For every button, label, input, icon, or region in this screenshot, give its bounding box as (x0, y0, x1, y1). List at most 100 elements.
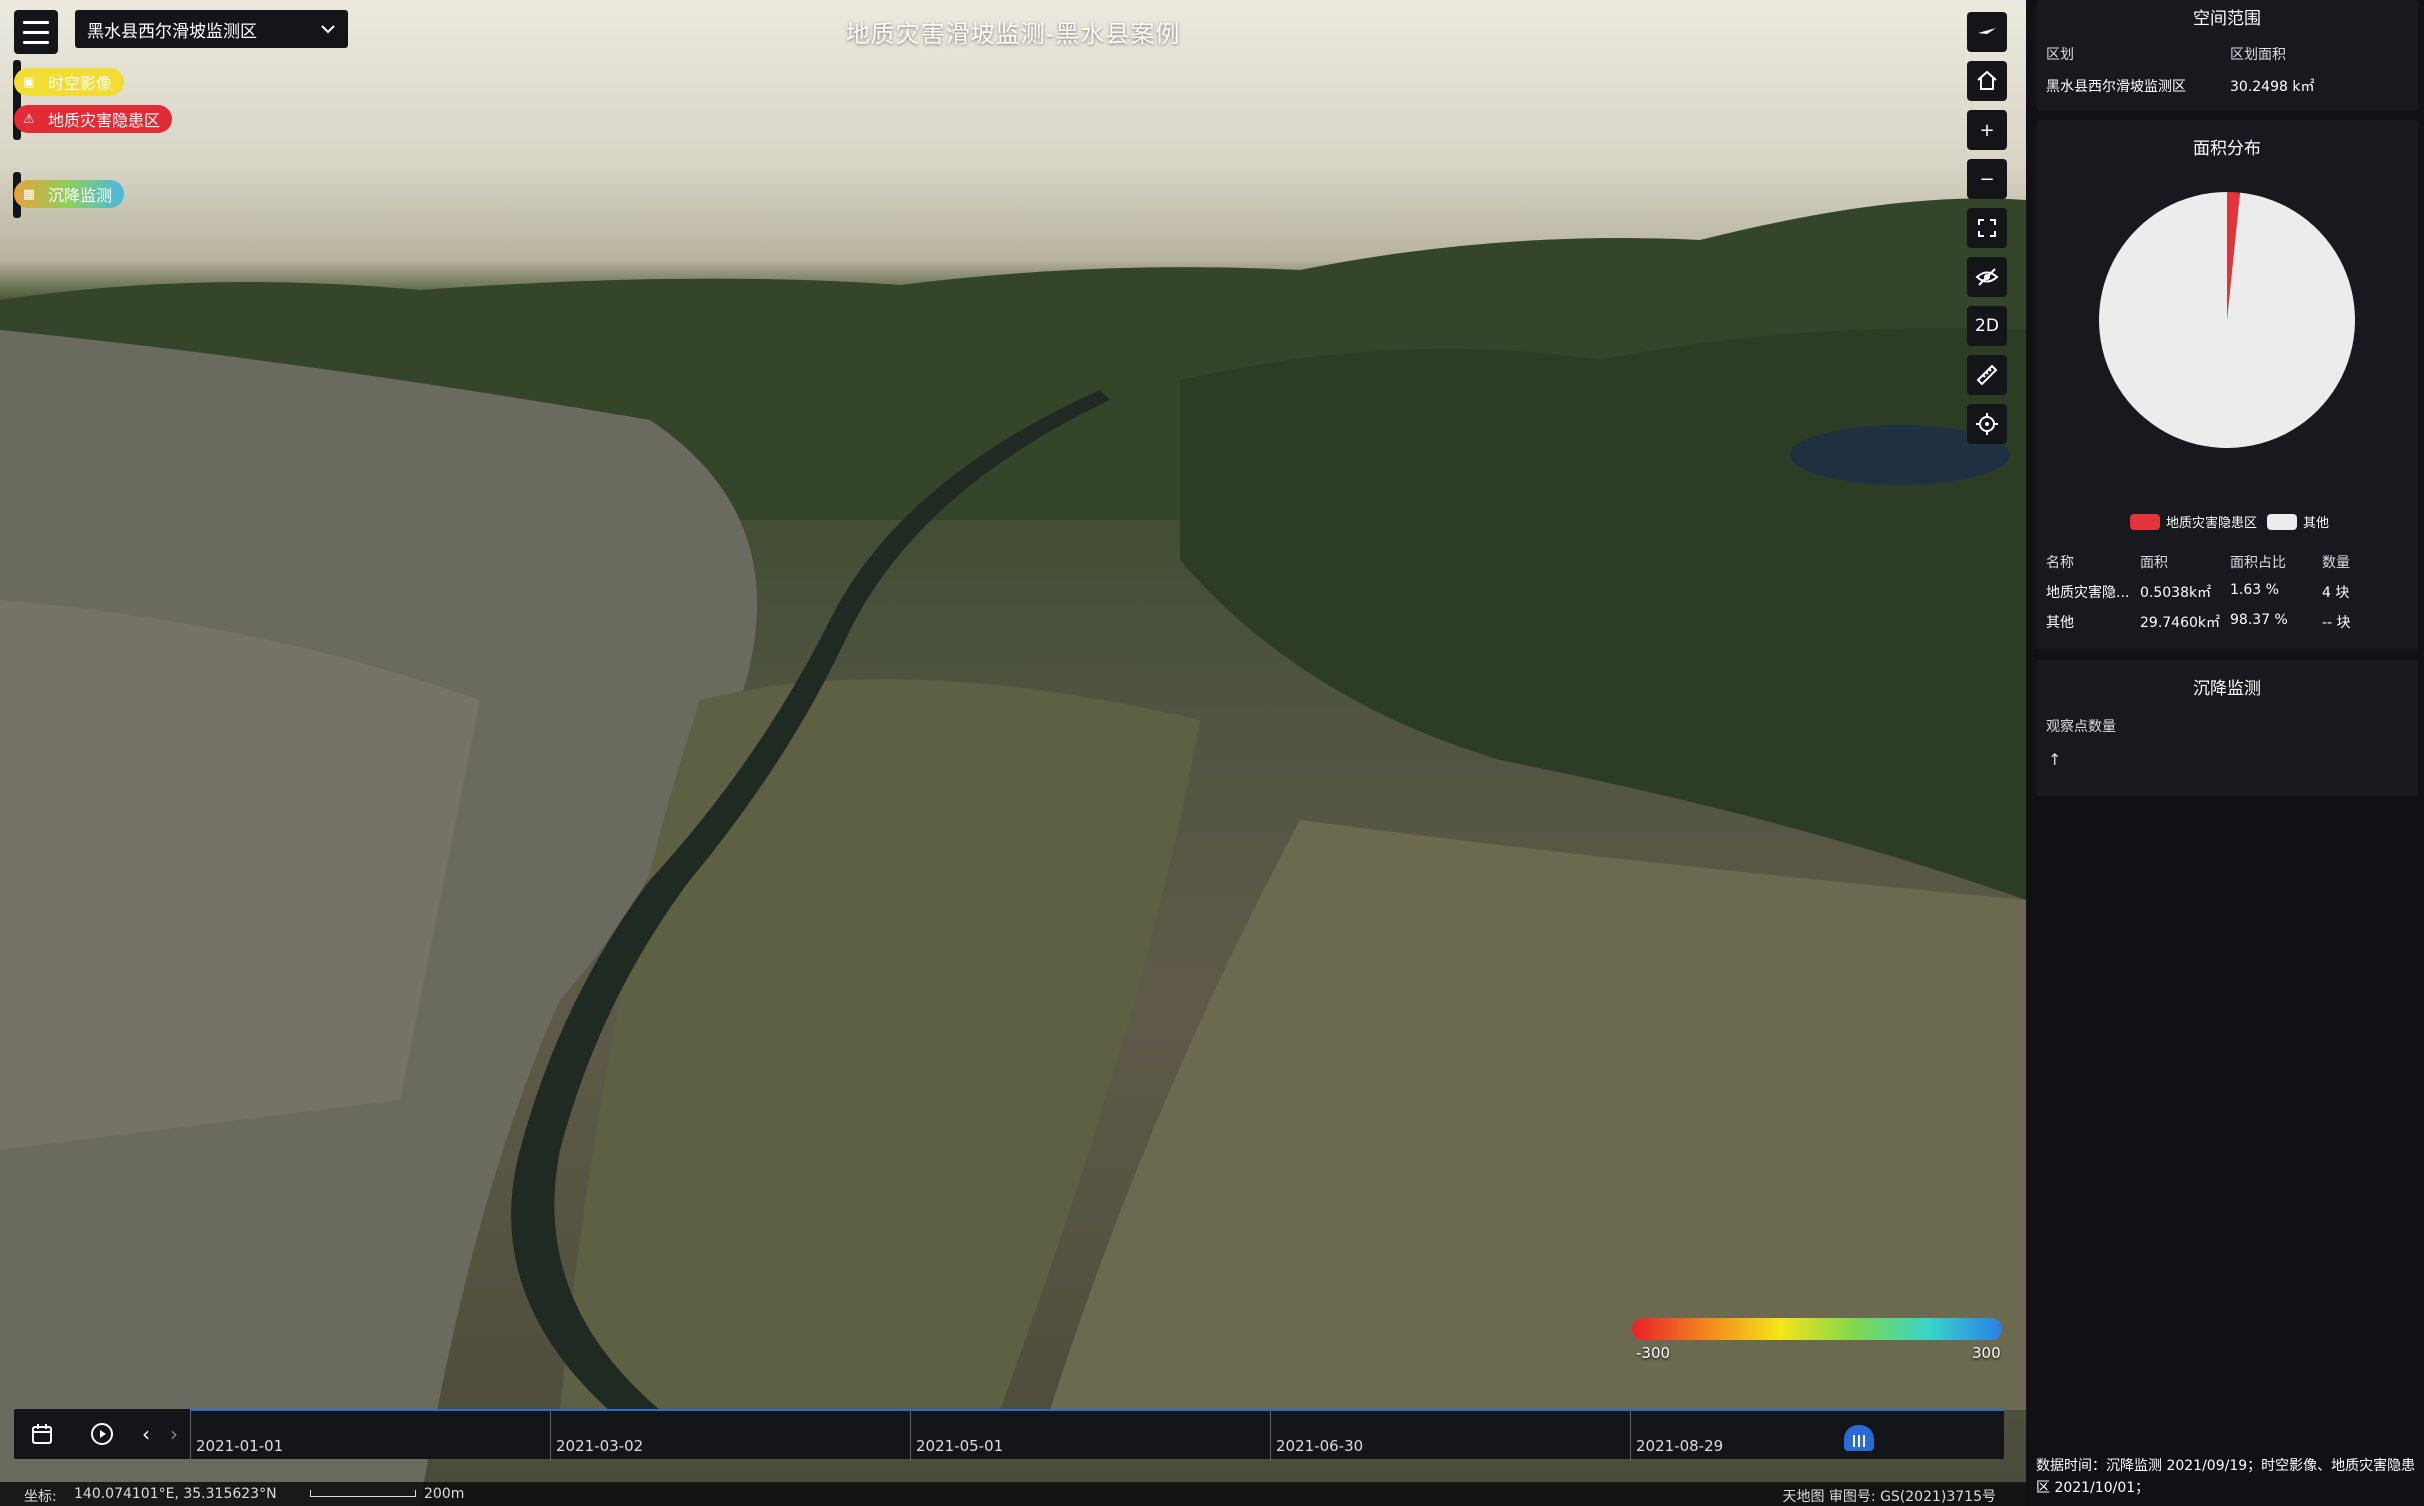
layer-tag-imagery[interactable]: ▣ 时空影像 (14, 68, 125, 96)
chevron-left-icon: ‹ (142, 1422, 150, 1446)
calendar-button[interactable] (14, 1409, 70, 1459)
table-header-area: 面积 (2140, 555, 2168, 571)
zoom-in-button[interactable]: + (1967, 110, 2007, 150)
timeline-tick (190, 1411, 191, 1461)
timeline-label: 2021-01-01 (196, 1437, 284, 1455)
timeline-label: 2021-05-01 (916, 1437, 1004, 1455)
area-title: 面积分布 (2193, 139, 2261, 159)
legend-min-label: -300 (1636, 1344, 1671, 1362)
table-header-name: 名称 (2046, 555, 2074, 571)
layer-tag-label: 时空影像 (48, 74, 113, 93)
zoom-out-icon: − (1979, 168, 1995, 190)
compass-icon (1978, 28, 1996, 34)
compass-button[interactable] (1967, 12, 2007, 52)
scale-bar (310, 1490, 416, 1497)
table-cell: 98.37 % (2230, 612, 2288, 628)
settlement-card: 沉降监测 观察点数量 ↑ (2036, 660, 2418, 796)
map-toolbar: + − 2D (1967, 12, 2007, 453)
home-button[interactable] (1967, 61, 2007, 101)
warning-icon: ⚠ (23, 111, 35, 127)
spatial-card: 空间范围 区划 区划面积 黑水县西尔滑坡监测区 30.2498 k㎡ (2036, 0, 2418, 110)
arrow-up-icon: ↑ (2048, 750, 2062, 769)
side-panel: 空间范围 区划 区划面积 黑水县西尔滑坡监测区 30.2498 k㎡ 面积分布 … (2026, 0, 2424, 1506)
legend-label-other: 其他 (2303, 516, 2330, 531)
play-icon (91, 1423, 113, 1445)
hide-layers-button[interactable] (1967, 257, 2007, 297)
locate-button[interactable] (1967, 404, 2007, 444)
coords-label: 坐标: (24, 1489, 57, 1505)
timeline-tick (1630, 1411, 1631, 1461)
timeline: ‹ › 2021-01-01 2021-03-02 2021-05-01 202… (14, 1409, 2004, 1461)
pie-legend: 地质灾害隐患区 其他 (2130, 512, 2329, 531)
region-select-value: 黑水县西尔滑坡监测区 (87, 21, 257, 42)
spatial-col1-header: 区划 (2046, 47, 2074, 63)
pie-slice-other[interactable] (2099, 192, 2355, 448)
play-button[interactable] (74, 1409, 130, 1459)
timeline-label: 2021-08-29 (1636, 1437, 1724, 1455)
layer-tag-hazard[interactable]: ⚠ 地质灾害隐患区 (14, 105, 173, 133)
timeline-track[interactable]: 2021-01-01 2021-03-02 2021-05-01 2021-06… (190, 1409, 2004, 1461)
zoom-in-icon: + (1979, 119, 1995, 141)
zoom-out-button[interactable]: − (1967, 159, 2007, 199)
menu-icon-bar (23, 20, 49, 24)
layer-tag-settlement[interactable]: ▦ 沉降监测 (14, 180, 125, 208)
prev-button[interactable]: ‹ (132, 1409, 160, 1459)
status-bar: 坐标: 140.074101°E, 35.315623°N 200m 天地图 审… (0, 1482, 2026, 1506)
timeline-label: 2021-06-30 (1276, 1437, 1364, 1455)
legend-max-label: 300 (1972, 1344, 2001, 1362)
data-time-note: 数据时间：沉降监测 2021/09/19；时空影像、地质灾害隐患区 2021/1… (2036, 1458, 2416, 1496)
timeline-handle[interactable] (1843, 1425, 1874, 1451)
region-select[interactable]: 黑水县西尔滑坡监测区 (75, 10, 348, 48)
legend-label-hazard: 地质灾害隐患区 (2166, 516, 2258, 531)
next-button[interactable]: › (160, 1409, 188, 1459)
settlement-color-legend (1632, 1318, 2002, 1340)
table-cell: -- 块 (2322, 615, 2351, 631)
menu-icon-bar (23, 30, 49, 34)
calendar-icon (32, 1424, 52, 1444)
spatial-col2-header: 区划面积 (2230, 47, 2286, 63)
handle-grip-icon (1852, 1435, 1865, 1447)
chevron-right-icon: › (170, 1422, 178, 1446)
table-header-count: 数量 (2322, 555, 2350, 571)
layer-tag-label: 地质灾害隐患区 (48, 111, 161, 130)
home-icon (1977, 70, 1997, 90)
ruler-icon (1976, 364, 1998, 386)
view-2d-label: 2D (1975, 316, 1999, 336)
scale-label: 200m (424, 1486, 465, 1502)
legend-swatch-other (2267, 513, 2298, 530)
table-cell: 1.63 % (2230, 582, 2279, 598)
eye-off-icon (1975, 268, 1999, 286)
timeline-tick (550, 1411, 551, 1461)
timeline-tick (1270, 1411, 1271, 1461)
measure-button[interactable] (1967, 355, 2007, 395)
settlement-title: 沉降监测 (2193, 679, 2261, 699)
fullscreen-icon (1978, 219, 1996, 237)
terrain-scene (0, 198, 2026, 1506)
table-cell: 29.7460k㎡ (2140, 615, 2221, 631)
layer-tag-label: 沉降监测 (48, 186, 113, 205)
fullscreen-button[interactable] (1967, 208, 2007, 248)
coords-value: 140.074101°E, 35.315623°N (74, 1486, 277, 1502)
timeline-tick (910, 1411, 911, 1461)
table-cell: 地质灾害隐... (2046, 585, 2130, 601)
legend-swatch-hazard (2130, 513, 2160, 530)
spatial-title: 空间范围 (2193, 9, 2261, 29)
table-cell: 0.5038k㎡ (2140, 585, 2212, 601)
locate-icon (1976, 413, 1998, 435)
map-viewport[interactable] (0, 0, 2026, 1506)
attribution: 天地图 审图号: GS(2021)3715号 (1782, 1489, 1996, 1505)
settlement-label: 观察点数量 (2046, 719, 2116, 735)
menu-button[interactable] (14, 10, 58, 54)
chevron-down-icon (321, 25, 335, 34)
table-header-ratio: 面积占比 (2230, 555, 2286, 571)
image-icon: ▣ (22, 74, 36, 90)
settlement-icon: ▦ (22, 186, 36, 202)
menu-icon-bar (23, 40, 49, 44)
spatial-col1-value: 黑水县西尔滑坡监测区 (2046, 79, 2186, 95)
timeline-label: 2021-03-02 (556, 1437, 644, 1455)
spatial-col2-value: 30.2498 k㎡ (2230, 79, 2315, 95)
view-2d-button[interactable]: 2D (1967, 306, 2007, 346)
table-cell: 其他 (2046, 615, 2074, 631)
table-cell: 4 块 (2322, 585, 2350, 601)
area-card: 面积分布 地质灾害隐患区 其他 名称 面积 面积占比 数量 地质灾害隐... 0… (2036, 120, 2418, 650)
